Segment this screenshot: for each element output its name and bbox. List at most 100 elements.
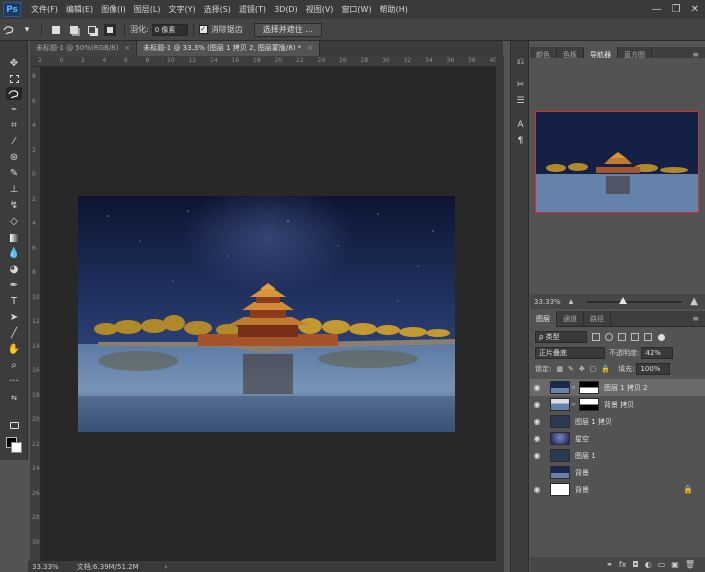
smart-object-filter-icon[interactable] — [644, 333, 652, 341]
antialias-checkbox[interactable]: ✓ — [198, 25, 208, 34]
layer-name[interactable]: 背景 — [575, 468, 589, 478]
document-tab-1[interactable]: 未标题-1 @ 50%(RGB/8) × — [30, 41, 138, 56]
layer-row[interactable]: ◉ 图层 1 — [530, 447, 705, 464]
zoom-tool-icon[interactable]: ⌕ — [6, 359, 22, 372]
chevron-down-icon[interactable]: ▾ — [21, 24, 33, 36]
menu-filter[interactable]: 滤镜(T) — [235, 4, 270, 15]
menu-layer[interactable]: 图层(L) — [130, 4, 165, 15]
quick-select-tool-icon[interactable]: ⌁ — [6, 103, 22, 116]
minimize-icon[interactable]: — — [652, 4, 662, 15]
blur-tool-icon[interactable]: 💧 — [6, 247, 22, 260]
tab-paths[interactable]: 路径 — [584, 311, 611, 327]
history-brush-tool-icon[interactable]: ↯ — [6, 199, 22, 212]
dodge-tool-icon[interactable]: ◕ — [6, 263, 22, 276]
tab-channels[interactable]: 通道 — [557, 311, 584, 327]
background-color-swatch[interactable] — [11, 442, 22, 453]
layer-mask-thumbnail[interactable] — [579, 381, 599, 394]
layer-filter-dropdown[interactable]: ρ 类型 — [535, 331, 587, 343]
status-arrow-icon[interactable]: › — [165, 563, 168, 571]
layer-row[interactable]: ◉ ∞ 背景 拷贝 — [530, 396, 705, 413]
menu-3d[interactable]: 3D(D) — [270, 5, 302, 14]
hand-tool-icon[interactable]: ✋ — [6, 343, 22, 356]
eye-icon[interactable]: ◉ — [530, 434, 544, 443]
adjustment-layer-icon[interactable]: ◐ — [645, 560, 652, 569]
navigator-zoom-value[interactable]: 33.33% — [534, 298, 561, 306]
pen-tool-icon[interactable]: ✒ — [6, 279, 22, 292]
gradient-tool-icon[interactable] — [6, 231, 22, 244]
zoom-slider-thumb[interactable] — [619, 296, 628, 304]
brush-presets-icon[interactable]: ✂ — [514, 79, 527, 91]
crop-tool-icon[interactable]: ⌗ — [6, 119, 22, 132]
brush-tool-icon[interactable]: ✎ — [6, 167, 22, 180]
layer-row[interactable]: ◉ ∞ 图层 1 拷贝 2 — [530, 379, 705, 396]
eye-icon[interactable]: ◉ — [530, 417, 544, 426]
clone-stamp-tool-icon[interactable]: ⊥ — [6, 183, 22, 196]
document-tab-2[interactable]: 未标题-1 @ 33.3% (图层 1 拷贝 2, 图层蒙版/8) * × — [137, 41, 321, 56]
eye-icon[interactable]: ◉ — [530, 400, 544, 409]
layer-row[interactable]: ◉ 图层 1 拷贝 — [530, 413, 705, 430]
paragraph-panel-icon[interactable]: ¶ — [514, 135, 527, 147]
opacity-input[interactable]: 42% — [641, 347, 674, 359]
more-tools-icon[interactable]: ··· — [6, 375, 22, 388]
lock-position-icon[interactable]: ✥ — [579, 365, 585, 373]
layer-row[interactable]: ◉ 背景 🔒 — [530, 481, 705, 498]
layer-name[interactable]: 图层 1 — [575, 451, 596, 461]
menu-image[interactable]: 图像(I) — [97, 4, 130, 15]
menu-window[interactable]: 窗口(W) — [337, 4, 375, 15]
tab-layers[interactable]: 图层 — [530, 311, 557, 327]
layer-row[interactable]: 背景 — [530, 464, 705, 481]
lock-transparent-icon[interactable]: ▦ — [556, 365, 563, 373]
new-selection-icon[interactable] — [50, 24, 62, 36]
move-tool-icon[interactable]: ✥ — [6, 57, 22, 70]
shape-tool-icon[interactable]: ╱ — [6, 327, 22, 340]
link-layers-icon[interactable]: ⚭ — [606, 560, 613, 569]
vertical-scrollbar[interactable] — [496, 56, 504, 561]
blend-mode-dropdown[interactable]: 正片叠底 — [535, 347, 605, 359]
path-selection-tool-icon[interactable]: ➤ — [6, 311, 22, 324]
lasso-tool-icon[interactable] — [6, 87, 22, 100]
menu-edit[interactable]: 编辑(E) — [62, 4, 97, 15]
properties-panel-icon[interactable]: ☰ — [514, 95, 527, 107]
eyedropper-tool-icon[interactable]: ⁄ — [6, 135, 22, 148]
zoom-in-icon[interactable]: ▲ — [690, 296, 698, 307]
menu-type[interactable]: 文字(Y) — [164, 4, 199, 15]
link-icon[interactable]: ∞ — [571, 401, 576, 408]
select-and-mask-button[interactable]: 选择并遮住 ... — [253, 22, 322, 37]
layer-name[interactable]: 背景 拷贝 — [604, 400, 634, 410]
panel-menu-icon[interactable]: ≡ — [692, 311, 705, 326]
close-icon[interactable]: ✕ — [691, 4, 699, 15]
menu-file[interactable]: 文件(F) — [27, 4, 62, 15]
menu-select[interactable]: 选择(S) — [200, 4, 235, 15]
document-image[interactable] — [78, 196, 455, 432]
character-panel-icon[interactable]: A — [514, 119, 527, 131]
intersect-selection-icon[interactable] — [104, 23, 116, 36]
shape-filter-icon[interactable] — [631, 333, 639, 341]
zoom-slider[interactable] — [587, 296, 683, 304]
lock-all-icon[interactable]: 🔒 — [601, 365, 610, 373]
new-layer-icon[interactable]: ▣ — [671, 560, 679, 569]
history-panel-icon[interactable]: ⎌ — [514, 56, 527, 68]
fill-input[interactable]: 100% — [636, 363, 671, 375]
subtract-selection-icon[interactable] — [86, 24, 98, 36]
layer-style-icon[interactable]: fx — [619, 560, 627, 569]
healing-brush-tool-icon[interactable]: ⊛ — [6, 151, 22, 164]
close-icon[interactable]: × — [124, 44, 130, 52]
close-icon[interactable]: × — [307, 44, 313, 52]
layer-name[interactable]: 图层 1 拷贝 2 — [604, 383, 648, 393]
pixel-filter-icon[interactable] — [592, 333, 600, 341]
layer-name[interactable]: 图层 1 拷贝 — [575, 417, 612, 427]
add-selection-icon[interactable] — [68, 24, 80, 36]
layer-name[interactable]: 背景 — [575, 485, 589, 495]
feather-input[interactable]: 0 像素 — [151, 23, 188, 36]
type-tool-icon[interactable]: T — [6, 295, 22, 308]
eraser-tool-icon[interactable]: ◇ — [6, 215, 22, 228]
new-group-icon[interactable]: ▭ — [658, 560, 666, 569]
adjustment-filter-icon[interactable] — [605, 333, 613, 341]
restore-icon[interactable]: ❐ — [672, 4, 681, 15]
lock-artboard-icon[interactable]: ▢ — [590, 365, 597, 373]
zoom-out-icon[interactable]: ▴ — [569, 297, 574, 307]
add-mask-icon[interactable]: ◘ — [632, 560, 638, 569]
menu-view[interactable]: 视图(V) — [302, 4, 338, 15]
navigator-preview[interactable] — [535, 111, 699, 213]
eye-icon[interactable]: ◉ — [530, 383, 544, 392]
